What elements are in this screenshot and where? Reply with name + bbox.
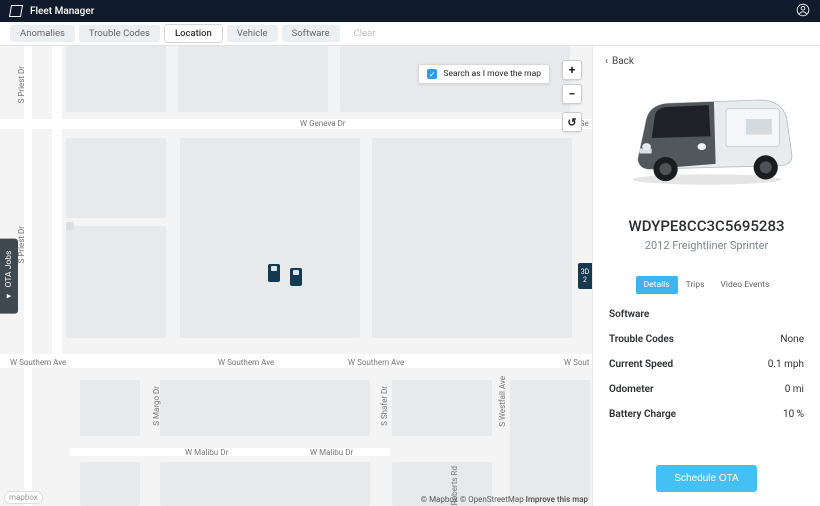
search-as-move-toggle[interactable]: ✓ Search as I move the map (418, 64, 550, 84)
street-label: S Priest Dr (17, 66, 26, 103)
detail-subtabs: Details Trips Video Events (605, 276, 808, 294)
reset-bearing-button[interactable]: ↺ (562, 112, 582, 132)
tab-trouble-codes[interactable]: Trouble Codes (79, 25, 160, 42)
street-label: S Margo Dr (152, 386, 161, 426)
street-label: W Southern Ave (348, 358, 404, 367)
street-label: S Shafer Dr (380, 386, 389, 426)
map-attribution: © Mapbox © OpenStreetMap Improve this ma… (421, 495, 588, 504)
vehicle-marker[interactable] (290, 268, 302, 286)
schedule-ota-button[interactable]: Schedule OTA (656, 465, 756, 492)
map-3d-toggle[interactable]: 3D2 (578, 263, 592, 289)
street-label: W Malibu Dr (185, 448, 228, 457)
street-label: W Sout (564, 358, 589, 367)
row-software-label: Software (609, 309, 649, 320)
row-speed-label: Current Speed (609, 359, 673, 370)
row-battery-value: 10 % (783, 409, 804, 420)
street-label: W Southern Ave (10, 358, 66, 367)
mapbox-logo-badge: mapbox (4, 491, 43, 504)
tab-vehicle[interactable]: Vehicle (227, 25, 278, 42)
street-label: W Geneva Dr (300, 119, 346, 128)
street-label: W Southern Ave (218, 358, 274, 367)
back-button[interactable]: ‹ Back (605, 56, 808, 67)
tab-software[interactable]: Software (282, 25, 340, 42)
subtab-video-events[interactable]: Video Events (712, 276, 777, 294)
subtab-details[interactable]: Details (636, 276, 678, 294)
app-logo-icon (9, 5, 23, 17)
vehicle-image (605, 73, 808, 203)
subtab-trips[interactable]: Trips (678, 276, 713, 294)
tab-location[interactable]: Location (164, 24, 223, 43)
detail-panel: ‹ Back WDYPE8CC3C5695283 2012 Freightlin… (592, 46, 820, 506)
tab-bar: Anomalies Trouble Codes Location Vehicle… (0, 22, 820, 46)
street-label: W Malibu Dr (310, 448, 353, 457)
tab-anomalies[interactable]: Anomalies (10, 25, 75, 42)
row-trouble-value: None (780, 334, 804, 345)
zoom-out-button[interactable]: − (562, 84, 582, 104)
app-title: Fleet Manager (30, 6, 94, 17)
tab-clear[interactable]: Clear (344, 25, 386, 42)
row-battery-label: Battery Charge (609, 409, 676, 420)
map-canvas[interactable]: S Priest Dr S Priest Dr W Geneva Dr W Ge… (0, 46, 592, 506)
top-bar: Fleet Manager (0, 0, 820, 22)
row-trouble-label: Trouble Codes (609, 334, 674, 345)
vehicle-marker[interactable] (268, 264, 280, 282)
row-odometer-label: Odometer (609, 384, 654, 395)
check-icon: ✓ (427, 69, 437, 79)
ota-jobs-drawer-handle[interactable]: OTA Jobs ▸ (0, 239, 18, 314)
user-profile-icon[interactable] (796, 3, 810, 20)
vehicle-vin: WDYPE8CC3C5695283 (605, 217, 808, 235)
vehicle-model: 2012 Freightliner Sprinter (605, 239, 808, 252)
row-speed-value: 0.1 mph (768, 359, 804, 370)
row-odometer-value: 0 mi (785, 384, 804, 395)
search-as-move-label: Search as I move the map (443, 69, 541, 79)
chevron-left-icon: ‹ (605, 56, 608, 67)
zoom-in-button[interactable]: + (562, 60, 582, 80)
street-label: S Priest Dr (17, 226, 26, 263)
street-label: S Westfall Ave (498, 376, 507, 427)
